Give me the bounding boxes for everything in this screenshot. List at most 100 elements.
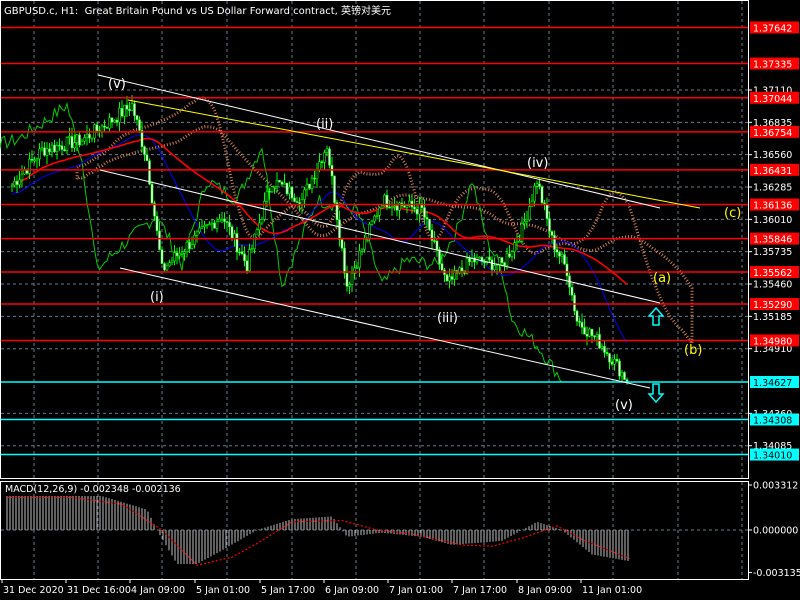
elliott-wave-label: (v) (108, 77, 126, 92)
candle-body (120, 108, 124, 117)
candle-body (528, 206, 531, 221)
candle-body (403, 205, 406, 208)
candle-body (565, 263, 569, 277)
candle-body (438, 249, 441, 264)
candle-body (343, 247, 346, 274)
candle-body (550, 231, 554, 236)
candle-body (315, 169, 319, 180)
candle-body (35, 158, 39, 161)
candle-body (55, 145, 59, 152)
candle-body (155, 215, 159, 232)
price-tick-label: 1.36560 (753, 150, 792, 161)
candle-body (538, 183, 541, 187)
candle-body (350, 272, 354, 285)
candle-body (500, 257, 504, 264)
candle-body (415, 208, 419, 215)
candle-body (43, 147, 46, 156)
candle-body (590, 328, 594, 336)
candle-body (70, 136, 74, 149)
candle-body (170, 260, 174, 263)
price-chart[interactable]: 1.371101.368351.365601.362851.360101.357… (0, 0, 800, 600)
candle-body (323, 152, 326, 163)
candle-body (130, 103, 134, 111)
candles (10, 95, 629, 385)
candle-body (248, 249, 251, 272)
price-tick-label: 1.36010 (753, 215, 792, 226)
candle-body (125, 104, 129, 110)
candle-body (213, 222, 216, 229)
candle-body (250, 248, 254, 250)
candle-body (390, 206, 394, 209)
candle-body (85, 133, 89, 138)
candle-body (493, 265, 496, 270)
candle-body (128, 108, 131, 111)
candle-body (10, 184, 14, 187)
candle-body (583, 327, 586, 335)
macd-tick-label: -0.003135 (753, 568, 800, 579)
price-level-label: 1.36136 (753, 201, 792, 212)
price-level-label: 1.35290 (753, 300, 792, 311)
elliott-wave-label: (v) (615, 398, 633, 413)
candle-body (173, 252, 176, 262)
candle-body (283, 182, 286, 185)
candle-body (260, 218, 264, 224)
candle-body (280, 181, 284, 185)
candle-body (585, 333, 589, 337)
candle-body (223, 218, 226, 222)
candle-body (445, 274, 449, 282)
candle-body (253, 233, 256, 249)
candle-body (563, 254, 566, 265)
candle-body (78, 134, 81, 146)
candle-body (83, 137, 86, 142)
candle-body (215, 221, 219, 229)
candle-body (90, 137, 94, 140)
candle-body (330, 165, 334, 177)
price-level-label: 1.35846 (753, 235, 792, 246)
candle-body (380, 205, 384, 209)
candle-body (288, 186, 291, 195)
candle-body (275, 180, 279, 187)
candle-body (355, 267, 359, 269)
channel-middle-line (99, 169, 661, 304)
candle-body (160, 249, 164, 264)
price-level-label: 1.35562 (753, 268, 792, 279)
time-tick-label: 7 Jan 01:00 (389, 585, 443, 596)
candle-body (115, 119, 119, 123)
candle-body (535, 183, 539, 187)
candle-body (53, 144, 56, 152)
candle-body (328, 148, 331, 166)
candle-body (435, 240, 439, 250)
candle-body (150, 183, 154, 204)
time-tick-label: 5 Jan 17:00 (261, 585, 315, 596)
candle-body (50, 144, 54, 153)
main-pane-frame (0, 0, 749, 479)
candle-body (73, 142, 76, 149)
candle-body (345, 273, 349, 287)
candle-body (210, 222, 214, 225)
candle-body (310, 177, 314, 189)
candle-body (235, 233, 239, 253)
candle-body (168, 262, 171, 267)
price-level-label: 1.36431 (753, 166, 792, 177)
macd-tick-label: 0.003312 (753, 480, 798, 491)
candle-body (285, 182, 289, 195)
candle-body (15, 180, 19, 185)
candle-body (503, 262, 506, 266)
candle-body (195, 231, 199, 236)
candle-body (313, 177, 316, 180)
candle-body (440, 263, 444, 271)
candle-body (245, 260, 249, 272)
candle-body (270, 186, 274, 193)
candle-body (230, 226, 234, 239)
elliott-wave-label: (b) (684, 343, 702, 358)
candle-body (448, 276, 451, 282)
macd-tick-label: 0.000000 (753, 526, 798, 537)
price-tick-label: 1.35185 (753, 312, 792, 323)
elliott-wave-label: (ii) (316, 117, 333, 132)
candle-body (433, 240, 436, 242)
candle-body (363, 238, 366, 250)
candle-body (233, 233, 236, 239)
candle-body (13, 180, 16, 186)
candle-body (468, 258, 471, 263)
time-tick-label: 31 Dec 16:00 (67, 585, 131, 596)
